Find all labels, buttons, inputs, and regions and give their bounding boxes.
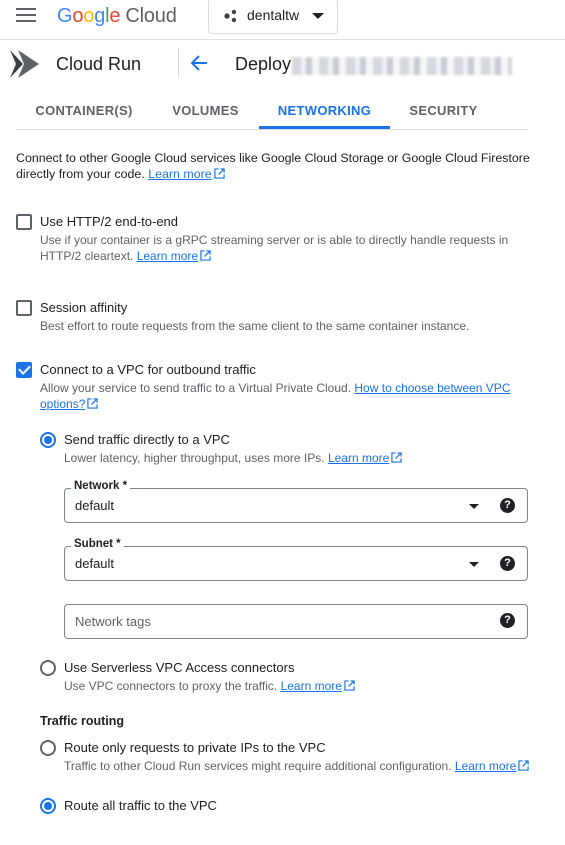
service-title: Cloud Run bbox=[56, 54, 142, 74]
route-private-desc-text: Traffic to other Cloud Run services migh… bbox=[64, 759, 452, 773]
vpc-label: Connect to a VPC for outbound traffic bbox=[40, 362, 256, 377]
dropdown-caret-icon bbox=[469, 562, 479, 567]
direct-vpc-learn-more-link[interactable]: Learn more bbox=[328, 451, 389, 465]
subnet-value: default bbox=[75, 556, 115, 571]
route-private-learn-more-link[interactable]: Learn more bbox=[455, 759, 516, 773]
external-link-icon bbox=[213, 168, 225, 179]
external-link-icon bbox=[200, 250, 211, 261]
subnet-field-label: Subnet * bbox=[71, 538, 124, 550]
active-tab-indicator bbox=[259, 126, 390, 129]
tab-volumes[interactable]: VOLUMES bbox=[152, 92, 259, 129]
http2-label: Use HTTP/2 end-to-end bbox=[40, 214, 179, 229]
network-field-label: Network * bbox=[71, 480, 131, 492]
top-app-bar: Google Cloud dentaltw bbox=[0, 0, 565, 40]
external-link-icon bbox=[391, 452, 402, 463]
direct-vpc-desc-text: Lower latency, higher throughput, uses m… bbox=[64, 451, 325, 465]
route-private-description: Traffic to other Cloud Run services migh… bbox=[64, 758, 534, 774]
cloud-run-logo bbox=[10, 50, 39, 78]
service-header: Cloud Run Deploy bbox=[0, 40, 565, 90]
tab-networking[interactable]: NETWORKING bbox=[259, 92, 390, 129]
route-all-label: Route all traffic to the VPC bbox=[64, 798, 217, 813]
subnet-select[interactable]: Subnet * default ? bbox=[64, 538, 528, 581]
vpc-description: Allow your service to send traffic to a … bbox=[40, 380, 520, 412]
http2-description: Use if your container is a gRPC streamin… bbox=[40, 232, 530, 264]
vpc-connectors-learn-more-link[interactable]: Learn more bbox=[281, 679, 342, 693]
help-icon[interactable]: ? bbox=[500, 613, 515, 628]
dropdown-caret-icon bbox=[469, 504, 479, 509]
tab-containers[interactable]: CONTAINER(S) bbox=[16, 92, 152, 129]
chevron-down-icon bbox=[312, 13, 324, 19]
intro-text: Connect to other Google Cloud services l… bbox=[16, 151, 530, 181]
route-private-label: Route only requests to private IPs to th… bbox=[64, 740, 326, 755]
external-link-icon bbox=[518, 760, 529, 771]
logo-cloud-text: Cloud bbox=[125, 5, 177, 27]
vpc-connectors-desc-text: Use VPC connectors to proxy the traffic. bbox=[64, 679, 278, 693]
direct-vpc-description: Lower latency, higher throughput, uses m… bbox=[64, 450, 534, 466]
vpc-connectors-label: Use Serverless VPC Access connectors bbox=[64, 660, 295, 675]
route-private-radio[interactable] bbox=[40, 740, 56, 756]
tab-security[interactable]: SECURITY bbox=[390, 92, 497, 129]
back-arrow-icon[interactable] bbox=[189, 53, 209, 73]
vpc-connectors-description: Use VPC connectors to proxy the traffic.… bbox=[64, 678, 534, 694]
project-name: dentaltw bbox=[247, 7, 300, 23]
intro-learn-more-link[interactable]: Learn more bbox=[148, 167, 211, 181]
vpc-checkbox[interactable] bbox=[16, 362, 32, 378]
menu-icon[interactable] bbox=[16, 8, 36, 24]
external-link-icon bbox=[344, 680, 355, 691]
google-cloud-logo[interactable]: Google Cloud bbox=[57, 5, 177, 28]
vpc-connectors-radio[interactable] bbox=[40, 660, 56, 676]
direct-vpc-label: Send traffic directly to a VPC bbox=[64, 432, 230, 447]
project-icon bbox=[224, 9, 237, 23]
network-tags-placeholder: Network tags bbox=[75, 614, 151, 629]
vpc-desc-text: Allow your service to send traffic to a … bbox=[40, 381, 352, 395]
http2-learn-more-link[interactable]: Learn more bbox=[137, 249, 198, 263]
network-value: default bbox=[75, 498, 115, 513]
redacted-service-name bbox=[292, 57, 512, 75]
traffic-routing-heading: Traffic routing bbox=[40, 714, 125, 728]
page-title: Deploy bbox=[235, 54, 292, 74]
session-affinity-description: Best effort to route requests from the s… bbox=[40, 319, 470, 333]
network-select[interactable]: Network * default ? bbox=[64, 480, 528, 523]
tab-bar: CONTAINER(S) VOLUMES NETWORKING SECURITY bbox=[16, 92, 528, 130]
http2-checkbox[interactable] bbox=[16, 214, 32, 230]
networking-intro: Connect to other Google Cloud services l… bbox=[16, 150, 536, 182]
http2-desc-text: Use if your container is a gRPC streamin… bbox=[40, 233, 509, 263]
session-affinity-label: Session affinity bbox=[40, 300, 128, 315]
external-link-icon bbox=[87, 398, 99, 409]
direct-vpc-radio[interactable] bbox=[40, 432, 56, 448]
help-icon[interactable]: ? bbox=[500, 556, 515, 571]
help-icon[interactable]: ? bbox=[500, 498, 515, 513]
session-affinity-checkbox[interactable] bbox=[16, 300, 32, 316]
route-all-radio[interactable] bbox=[40, 798, 56, 814]
project-picker[interactable]: dentaltw bbox=[208, 0, 338, 34]
header-divider bbox=[178, 48, 179, 78]
network-tags-input[interactable]: Network tags ? bbox=[64, 604, 528, 639]
